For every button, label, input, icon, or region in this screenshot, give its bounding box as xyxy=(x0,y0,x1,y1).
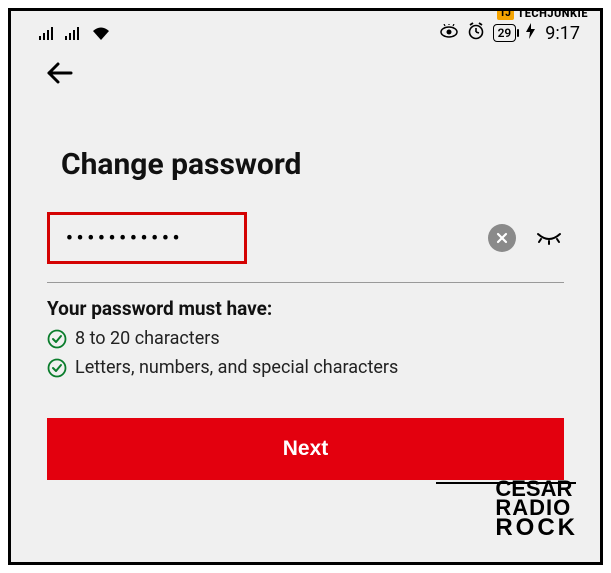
eye-closed-icon xyxy=(536,230,562,246)
battery-level: 29 xyxy=(498,26,512,40)
eye-status-icon xyxy=(439,24,459,42)
wifi-icon xyxy=(91,26,111,41)
requirements-heading: Your password must have: xyxy=(47,297,564,320)
signal-icon-2 xyxy=(65,26,81,40)
back-button[interactable] xyxy=(45,61,75,91)
close-icon xyxy=(495,231,509,245)
clock-time: 9:17 xyxy=(545,23,580,44)
password-input[interactable]: ••••••••••• xyxy=(47,212,247,264)
toggle-visibility-button[interactable] xyxy=(534,228,564,248)
requirement-item: Letters, numbers, and special characters xyxy=(47,357,564,378)
watermark-top: TJ TECHJUNKIE xyxy=(497,8,588,20)
battery-indicator: 29 xyxy=(493,24,517,42)
alarm-icon xyxy=(467,22,485,44)
requirement-text: Letters, numbers, and special characters xyxy=(75,357,398,378)
requirement-item: 8 to 20 characters xyxy=(47,328,564,349)
watermark-top-text: TECHJUNKIE xyxy=(517,8,588,20)
watermark-badge: TJ xyxy=(497,8,515,20)
requirement-text: 8 to 20 characters xyxy=(75,328,220,349)
divider xyxy=(47,282,564,283)
next-button[interactable]: Next xyxy=(47,418,564,480)
page-title: Change password xyxy=(61,147,564,182)
watermark-line3: ROCK xyxy=(495,518,578,538)
signal-icon xyxy=(39,26,55,40)
clear-button[interactable] xyxy=(488,224,516,252)
watermark-bottom: CESAR RADIO ROCK xyxy=(495,480,578,538)
check-circle-icon xyxy=(47,329,67,349)
password-masked-value: ••••••••••• xyxy=(66,228,183,249)
charging-icon xyxy=(526,23,535,43)
check-circle-icon xyxy=(47,358,67,378)
